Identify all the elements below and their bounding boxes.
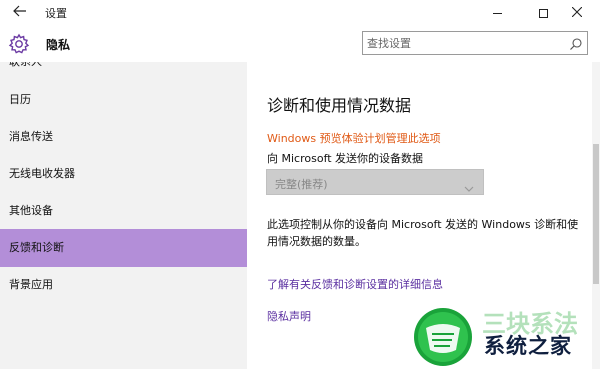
sidebar-item-other-devices[interactable]: 其他设备 xyxy=(0,192,247,230)
title-bar: 设置 xyxy=(0,0,600,26)
send-data-label: 向 Microsoft 发送你的设备数据 xyxy=(267,152,424,165)
sidebar-item-contacts[interactable]: 联系人 xyxy=(0,62,247,81)
sidebar-item-radios[interactable]: 无线电收发器 xyxy=(0,155,247,193)
watermark-logo-icon xyxy=(412,306,474,368)
gear-icon xyxy=(8,33,30,55)
scroll-thumb[interactable] xyxy=(593,144,599,284)
managed-notice: Windows 预览体验计划管理此选项 xyxy=(267,132,441,145)
sidebar-item-feedback-diagnostics[interactable]: 反馈和诊断 xyxy=(0,229,247,267)
feedback-info-link[interactable]: 了解有关反馈和诊断设置的详细信息 xyxy=(267,276,443,292)
window-title: 设置 xyxy=(45,7,67,20)
watermark: 三块系法 系统之家 xyxy=(412,302,600,369)
chevron-down-icon xyxy=(464,178,474,192)
sidebar-item-calendar[interactable]: 日历 xyxy=(0,81,247,119)
search-input[interactable] xyxy=(367,34,557,52)
dropdown-value: 完整(推荐) xyxy=(275,178,328,191)
search-icon[interactable] xyxy=(569,36,583,50)
sidebar: 联系人 日历 消息传送 无线电收发器 其他设备 反馈和诊断 背景应用 xyxy=(0,62,247,369)
sidebar-item-messaging[interactable]: 消息传送 xyxy=(0,118,247,156)
settings-header: 隐私 xyxy=(0,26,600,62)
watermark-text: 系统之家 xyxy=(484,334,572,358)
page-title: 隐私 xyxy=(46,38,71,52)
section-heading: 诊断和使用情况数据 xyxy=(267,96,412,115)
sidebar-item-background-apps[interactable]: 背景应用 xyxy=(0,266,247,304)
search-box[interactable] xyxy=(362,31,588,55)
privacy-statement-link[interactable]: 隐私声明 xyxy=(267,308,311,324)
diagnostic-level-dropdown[interactable]: 完整(推荐) xyxy=(266,169,484,195)
minimize-icon[interactable] xyxy=(474,0,520,26)
back-arrow-icon[interactable] xyxy=(8,3,32,23)
description-text: 此选项控制从你的设备向 Microsoft 发送的 Windows 诊断和使用情… xyxy=(267,218,579,248)
close-icon[interactable] xyxy=(554,0,600,26)
